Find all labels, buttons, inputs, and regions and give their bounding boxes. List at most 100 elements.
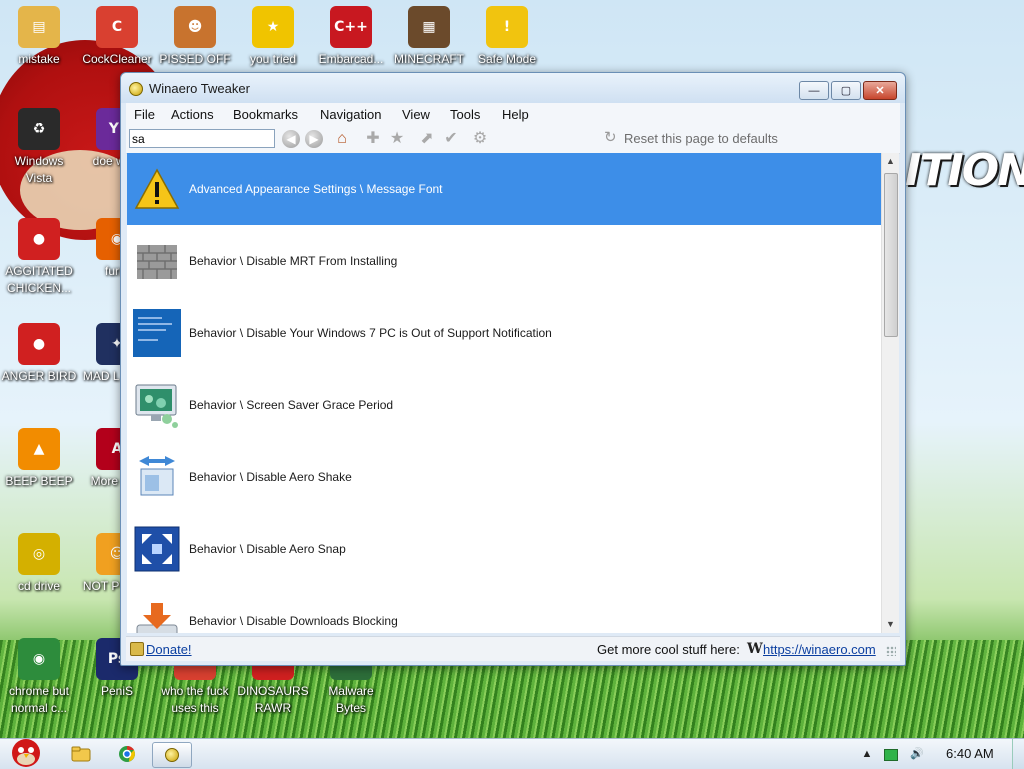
winaero-tweaker-window: Winaero Tweaker — ▢ ✕ File Actions Bookm… bbox=[120, 72, 906, 666]
desktop-icon-label: PeniS bbox=[100, 684, 134, 698]
show-desktop-button[interactable] bbox=[1012, 739, 1024, 769]
back-arrow-icon[interactable]: ◀ bbox=[282, 130, 300, 148]
add-bookmark-icon[interactable]: ✚ bbox=[364, 130, 382, 148]
result-row[interactable]: Behavior \ Disable MRT From Installing bbox=[127, 225, 881, 297]
menu-tools[interactable]: Tools bbox=[450, 107, 480, 122]
desktop-icon[interactable]: ◉ chrome but normal c... bbox=[0, 638, 78, 717]
star-icon: ★ bbox=[252, 6, 294, 48]
toolbar: ◀ ▶ ⌂ ✚ ★ ⬈ ✔ ⚙ ↻ Reset this page to def… bbox=[126, 125, 900, 154]
minecraft-icon: ▦ bbox=[408, 6, 450, 48]
reset-icon[interactable]: ↻ bbox=[604, 130, 620, 146]
desktop-icon[interactable]: C CockCleaner bbox=[78, 6, 156, 68]
menu-help[interactable]: Help bbox=[502, 107, 529, 122]
volume-icon[interactable]: 🔊 bbox=[910, 747, 924, 761]
warning-icon: ! bbox=[486, 6, 528, 48]
get-more-text: Get more cool stuff here: bbox=[597, 642, 740, 657]
menu-bar: File Actions Bookmarks Navigation View T… bbox=[126, 103, 900, 125]
result-label: Behavior \ Disable Your Windows 7 PC is … bbox=[189, 326, 552, 340]
desktop-icon-label: Malware Bytes bbox=[328, 684, 374, 715]
desktop-icon[interactable]: ! Safe Mode bbox=[468, 6, 546, 68]
winaero-app-icon bbox=[129, 82, 143, 96]
scroll-thumb[interactable] bbox=[884, 173, 898, 337]
desktop-icon-label: PISSED OFF bbox=[159, 52, 231, 66]
close-button[interactable]: ✕ bbox=[863, 81, 897, 100]
winaero-taskbar-icon[interactable] bbox=[152, 742, 192, 768]
title-bar[interactable]: Winaero Tweaker — ▢ ✕ bbox=[121, 73, 905, 103]
menu-actions[interactable]: Actions bbox=[171, 107, 214, 122]
vlc-icon: ▲ bbox=[18, 428, 60, 470]
result-row[interactable]: Behavior \ Screen Saver Grace Period bbox=[127, 369, 881, 441]
chrome-icon: ◉ bbox=[18, 638, 60, 680]
battery-icon[interactable] bbox=[884, 747, 898, 761]
desktop-icon[interactable]: ★ you tried bbox=[234, 6, 312, 68]
desktop-icon[interactable]: ☻ PISSED OFF bbox=[156, 6, 234, 68]
maximize-button[interactable]: ▢ bbox=[831, 81, 861, 100]
angry-birds-seasons-icon: ☻ bbox=[174, 6, 216, 48]
minimize-button[interactable]: — bbox=[799, 81, 829, 100]
desktop-icon[interactable]: ♻ Windows Vista bbox=[0, 108, 78, 187]
wallpaper-text: ITION bbox=[905, 145, 1024, 196]
bookmark-star-icon[interactable]: ★ bbox=[388, 130, 406, 148]
desktop-icon[interactable]: ● AGGITATED CHICKEN... bbox=[0, 218, 78, 297]
result-label: Behavior \ Disable Aero Shake bbox=[189, 470, 352, 484]
aero-snap-icon bbox=[133, 525, 181, 573]
aero-shake-icon bbox=[133, 453, 181, 501]
vertical-scrollbar[interactable]: ▲ ▼ bbox=[881, 153, 899, 633]
result-label: Behavior \ Screen Saver Grace Period bbox=[189, 398, 394, 412]
scroll-down-icon[interactable]: ▼ bbox=[882, 616, 899, 633]
ccleaner-icon: C bbox=[96, 6, 138, 48]
clock[interactable]: 6:40 AM bbox=[946, 746, 994, 761]
desktop-icon[interactable]: ▲ BEEP BEEP bbox=[0, 428, 78, 490]
menu-file[interactable]: File bbox=[134, 107, 155, 122]
result-label: Behavior \ Disable MRT From Installing bbox=[189, 254, 398, 268]
result-row[interactable]: Behavior \ Disable Downloads Blocking bbox=[127, 585, 881, 633]
desktop-icon-label: ANGER BIRD bbox=[1, 369, 77, 383]
export-icon[interactable]: ⬈ bbox=[418, 130, 436, 148]
desktop-icon[interactable]: ▤ mistake bbox=[0, 6, 78, 68]
home-icon[interactable]: ⌂ bbox=[333, 130, 351, 148]
window-title: Winaero Tweaker bbox=[149, 81, 250, 96]
search-input[interactable] bbox=[129, 129, 275, 148]
tray-expand-icon[interactable]: ▲ bbox=[860, 747, 874, 761]
menu-bookmarks[interactable]: Bookmarks bbox=[233, 107, 298, 122]
scroll-up-icon[interactable]: ▲ bbox=[882, 153, 899, 170]
resize-grip-icon[interactable] bbox=[886, 646, 896, 656]
desktop-icon-label: MINECRAFT bbox=[394, 52, 464, 66]
winaero-website-link[interactable]: https://winaero.com bbox=[763, 642, 876, 657]
apply-check-icon[interactable]: ✔ bbox=[442, 130, 460, 148]
desktop-icon-label: Windows Vista bbox=[14, 154, 64, 185]
desktop-icon[interactable]: C++ Embarcad... bbox=[312, 6, 390, 68]
explorer-taskbar-icon[interactable] bbox=[62, 742, 100, 766]
forward-arrow-icon[interactable]: ▶ bbox=[305, 130, 323, 148]
donate-icon bbox=[130, 642, 144, 656]
warning-icon bbox=[133, 165, 181, 213]
menu-navigation[interactable]: Navigation bbox=[320, 107, 381, 122]
angry-birds-icon: ● bbox=[18, 218, 60, 260]
start-button[interactable] bbox=[2, 739, 50, 767]
reset-page-link[interactable]: Reset this page to defaults bbox=[624, 131, 778, 146]
search-results-list: Advanced Appearance Settings \ Message F… bbox=[127, 153, 881, 633]
desktop-icon-label: CockCleaner bbox=[82, 52, 152, 66]
menu-view[interactable]: View bbox=[402, 107, 430, 122]
desktop-icon-label: Safe Mode bbox=[477, 52, 537, 66]
status-bar: Donate! Get more cool stuff here: W http… bbox=[126, 636, 900, 661]
desktop-icon[interactable]: ◎ cd drive bbox=[0, 533, 78, 595]
donate-link[interactable]: Donate! bbox=[146, 642, 192, 657]
desktop-icon-label: you tried bbox=[249, 52, 297, 66]
result-row[interactable]: Behavior \ Disable Aero Snap bbox=[127, 513, 881, 585]
desktop-icon[interactable]: ▦ MINECRAFT bbox=[390, 6, 468, 68]
folder-icon: ▤ bbox=[18, 6, 60, 48]
winaero-logo-icon: W bbox=[747, 641, 763, 657]
dev-cpp-icon: C++ bbox=[330, 6, 372, 48]
angry-birds-icon: ● bbox=[18, 323, 60, 365]
blue-screen-icon bbox=[133, 309, 181, 357]
desktop-icon[interactable]: ● ANGER BIRD bbox=[0, 323, 78, 385]
result-row[interactable]: Behavior \ Disable Aero Shake bbox=[127, 441, 881, 513]
settings-gear-icon[interactable]: ⚙ bbox=[471, 130, 489, 148]
brick-wall-icon bbox=[133, 237, 181, 285]
desktop-icon-label: DINOSAURS RAWR bbox=[237, 684, 309, 715]
result-row[interactable]: Behavior \ Disable Your Windows 7 PC is … bbox=[127, 297, 881, 369]
chrome-taskbar-icon[interactable] bbox=[108, 742, 146, 766]
desktop-icon-label: Embarcad... bbox=[318, 52, 384, 66]
result-row[interactable]: Advanced Appearance Settings \ Message F… bbox=[127, 153, 881, 225]
